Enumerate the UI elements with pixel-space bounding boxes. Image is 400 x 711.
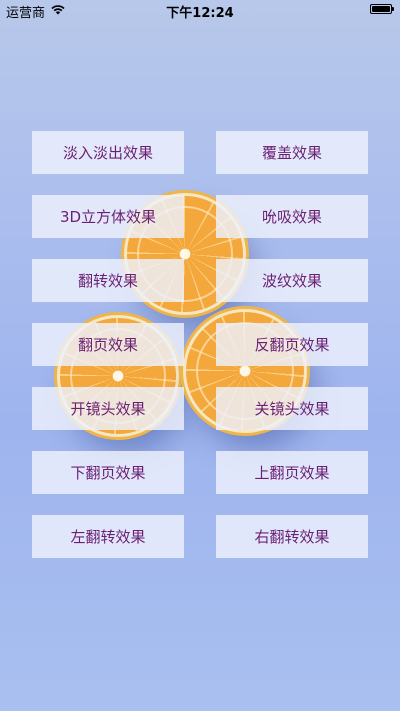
fade-effect-button[interactable]: 淡入淡出效果 xyxy=(32,131,184,174)
camera-close-effect-button[interactable]: 关镜头效果 xyxy=(216,387,368,430)
status-bar: 运营商 下午12:24 xyxy=(0,0,400,22)
page-curl-effect-button[interactable]: 翻页效果 xyxy=(32,323,184,366)
ripple-effect-button[interactable]: 波纹效果 xyxy=(216,259,368,302)
page-uncurl-effect-button[interactable]: 反翻页效果 xyxy=(216,323,368,366)
page-down-effect-button[interactable]: 下翻页效果 xyxy=(32,451,184,494)
status-bar-right xyxy=(370,4,394,14)
page-up-effect-button[interactable]: 上翻页效果 xyxy=(216,451,368,494)
suck-effect-button[interactable]: 吮吸效果 xyxy=(216,195,368,238)
flip-effect-button[interactable]: 翻转效果 xyxy=(32,259,184,302)
status-time: 下午12:24 xyxy=(166,6,234,21)
battery-fill xyxy=(372,6,390,12)
cube-3d-effect-button[interactable]: 3D立方体效果 xyxy=(32,195,184,238)
camera-open-effect-button[interactable]: 开镜头效果 xyxy=(32,387,184,430)
battery-icon xyxy=(370,4,394,14)
cover-effect-button[interactable]: 覆盖效果 xyxy=(216,131,368,174)
flip-left-effect-button[interactable]: 左翻转效果 xyxy=(32,515,184,558)
effects-button-grid: 淡入淡出效果 覆盖效果 3D立方体效果 吮吸效果 翻转效果 波纹效果 翻页效果 … xyxy=(32,131,368,558)
flip-right-effect-button[interactable]: 右翻转效果 xyxy=(216,515,368,558)
